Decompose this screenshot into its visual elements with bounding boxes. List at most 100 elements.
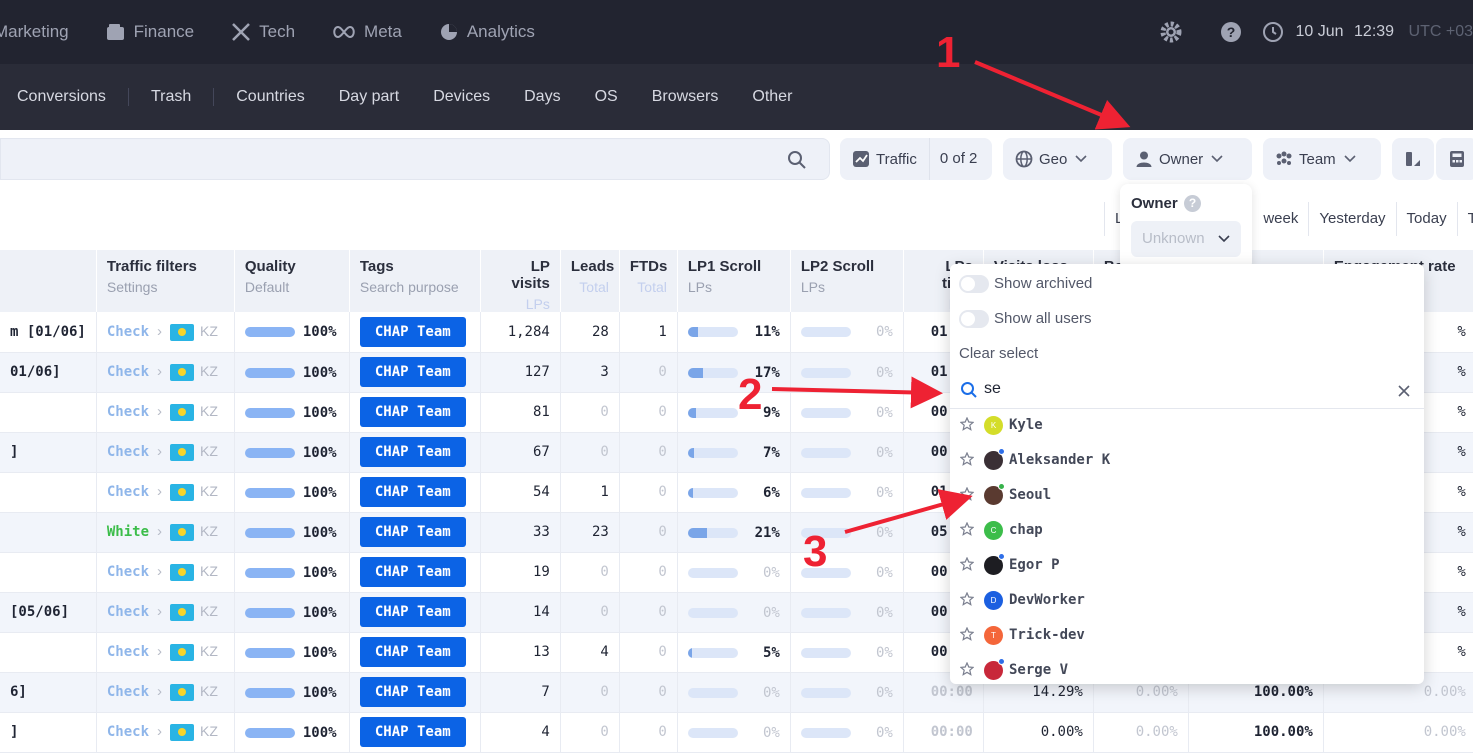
show-all-users-toggle[interactable] — [959, 310, 989, 328]
geo-filter[interactable]: Geo — [1003, 138, 1112, 180]
clear-select-link[interactable]: Clear select — [959, 345, 1038, 362]
leads: 23 — [592, 524, 609, 540]
user-option[interactable]: C chap — [950, 513, 1424, 548]
column-title: LP2 Scroll — [800, 258, 875, 275]
nav-tech[interactable]: Tech — [231, 22, 295, 42]
team-filter[interactable]: Team — [1263, 138, 1381, 180]
column-header[interactable]: Tags Search purpose — [349, 250, 481, 312]
row-name[interactable]: m [01/06] — [10, 324, 86, 340]
filter-status[interactable]: Check — [107, 724, 149, 740]
tag-badge[interactable]: CHAP Team — [359, 517, 466, 547]
filter-status[interactable]: Check — [107, 604, 149, 620]
star-icon[interactable] — [960, 627, 974, 641]
user-option[interactable]: Egor P — [950, 548, 1424, 583]
user-option[interactable]: T Trick-dev — [950, 618, 1424, 653]
tag-badge[interactable]: CHAP Team — [359, 677, 466, 707]
tag-badge[interactable]: CHAP Team — [359, 477, 466, 507]
tab-conversions[interactable]: Conversions — [0, 88, 129, 106]
tag-badge[interactable]: CHAP Team — [359, 397, 466, 427]
filter-status[interactable]: Check — [107, 644, 149, 660]
close-icon[interactable] — [1398, 385, 1410, 397]
top-nav: Marketing Finance Tech Meta Analytics — [0, 0, 572, 64]
owner-select[interactable]: Unknown — [1131, 221, 1241, 257]
row-name[interactable]: ] — [10, 724, 18, 740]
help-icon[interactable]: ? — [1220, 21, 1242, 43]
history-icon[interactable] — [1262, 21, 1284, 43]
column-header[interactable]: LP2 Scroll LPs — [790, 250, 904, 312]
tag-badge[interactable]: CHAP Team — [359, 357, 466, 387]
show-archived-toggle[interactable] — [959, 275, 989, 293]
filter-status[interactable]: Check — [107, 484, 149, 500]
tab-trash[interactable]: Trash — [134, 88, 215, 106]
period-th[interactable]: Th — [1456, 202, 1473, 236]
filter-status[interactable]: Check — [107, 404, 149, 420]
tag-badge[interactable]: CHAP Team — [359, 437, 466, 467]
filter-status[interactable]: Check — [107, 684, 149, 700]
table-cell: 54 — [480, 472, 561, 513]
filter-status[interactable]: White — [107, 524, 149, 540]
tab-day-part[interactable]: Day part — [322, 88, 416, 106]
nav-finance[interactable]: Finance — [106, 22, 194, 42]
calculator-button[interactable] — [1436, 138, 1473, 180]
table-row[interactable]: ] Check › KZ 100% CHAP Team 4 0 0 0% 0% 00:00 0.00% 0… — [0, 712, 1473, 753]
tab-days[interactable]: Days — [507, 88, 577, 106]
gear-icon[interactable] — [1160, 21, 1182, 43]
user-option[interactable]: Aleksander K — [950, 443, 1424, 478]
star-icon[interactable] — [960, 592, 974, 606]
leads: 0 — [600, 724, 609, 740]
row-name[interactable]: ] — [10, 444, 18, 460]
column-header[interactable] — [0, 250, 97, 312]
owner-filter[interactable]: Owner — [1123, 138, 1252, 180]
filter-status[interactable]: Check — [107, 324, 149, 340]
user-option[interactable]: K Kyle — [950, 408, 1424, 443]
row-name[interactable]: 6] — [10, 684, 27, 700]
tag-badge[interactable]: CHAP Team — [359, 717, 466, 747]
star-icon[interactable] — [960, 417, 974, 431]
quality-bar — [244, 687, 295, 698]
tag-badge[interactable]: CHAP Team — [359, 557, 466, 587]
user-option[interactable]: Serge V — [950, 653, 1424, 684]
globe-icon — [1015, 150, 1033, 168]
row-name[interactable]: [05/06] — [10, 604, 69, 620]
tab-devices[interactable]: Devices — [416, 88, 507, 106]
column-header[interactable]: Traffic filters Settings — [96, 250, 235, 312]
search-input[interactable] — [0, 138, 830, 180]
user-search-input[interactable]: se — [950, 372, 1424, 409]
tag-badge[interactable]: CHAP Team — [359, 316, 466, 347]
column-header[interactable]: Leads Total — [560, 250, 620, 312]
column-header[interactable]: LP1 Scroll LPs — [677, 250, 791, 312]
filter-status[interactable]: Check — [107, 364, 149, 380]
column-header[interactable]: LP visits LPs — [480, 250, 561, 312]
period-yesterday[interactable]: Yesterday — [1308, 202, 1395, 236]
tab-countries[interactable]: Countries — [219, 88, 321, 106]
columns-button[interactable] — [1392, 138, 1434, 180]
period-today[interactable]: Today — [1395, 202, 1457, 236]
nav-marketing[interactable]: Marketing — [0, 22, 69, 42]
tab-os[interactable]: OS — [578, 88, 635, 106]
percent-value: 100.00% — [1253, 724, 1313, 740]
user-option[interactable]: D DevWorker — [950, 583, 1424, 618]
column-header[interactable]: FTDs Total — [619, 250, 678, 312]
table-cell: 3 — [560, 352, 620, 393]
row-name[interactable]: 01/06] — [10, 364, 61, 380]
filter-status[interactable]: Check — [107, 444, 149, 460]
top-right-tools: ? 10 Jun 12:39 UTC +03 — [1160, 0, 1473, 64]
tab-other[interactable]: Other — [735, 88, 809, 106]
lp-visits: 127 — [524, 364, 550, 380]
tag-badge[interactable]: CHAP Team — [359, 597, 466, 627]
column-header[interactable]: Quality Default — [234, 250, 350, 312]
star-icon[interactable] — [960, 662, 974, 676]
tag-badge[interactable]: CHAP Team — [359, 637, 466, 667]
nav-meta[interactable]: Meta — [332, 22, 402, 42]
table-cell: 0% — [790, 432, 904, 473]
star-icon[interactable] — [960, 522, 974, 536]
table-cell: 0 — [619, 512, 678, 553]
traffic-filter[interactable]: Traffic 0 of 2 — [840, 138, 992, 180]
star-icon[interactable] — [960, 452, 974, 466]
tab-browsers[interactable]: Browsers — [635, 88, 736, 106]
user-option[interactable]: Seoul — [950, 478, 1424, 513]
star-icon[interactable] — [960, 487, 974, 501]
star-icon[interactable] — [960, 557, 974, 571]
filter-status[interactable]: Check — [107, 564, 149, 580]
nav-analytics[interactable]: Analytics — [439, 22, 535, 42]
